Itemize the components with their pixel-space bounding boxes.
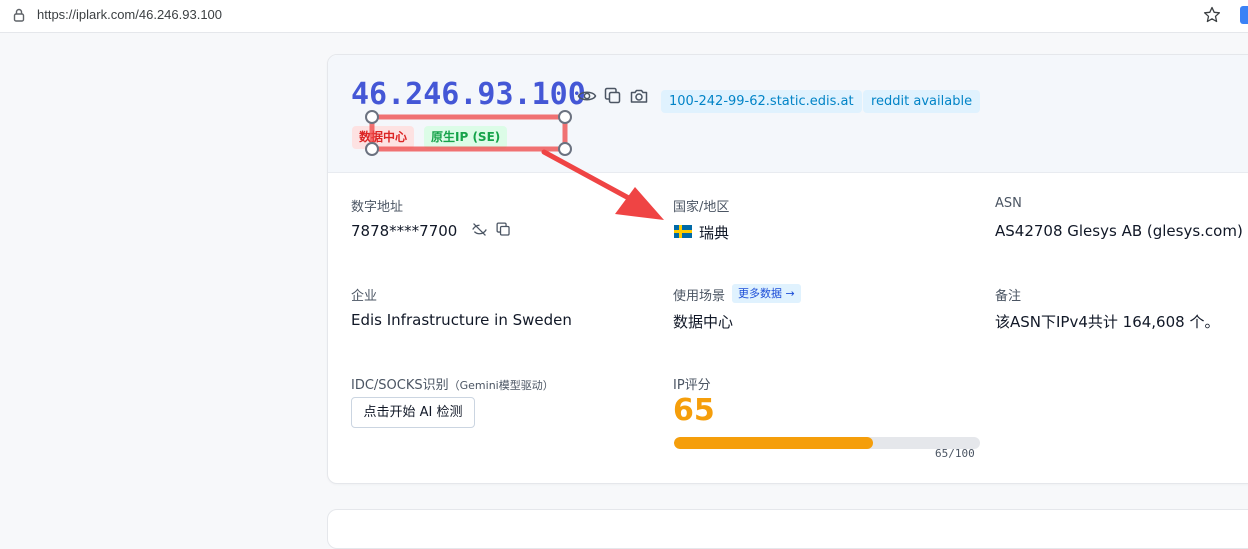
country-label: 国家/地区: [673, 200, 730, 215]
country-value: 瑞典: [699, 224, 730, 242]
score-bar-fill: [674, 437, 873, 449]
asn-value[interactable]: AS42708 Glesys AB (glesys.com): [995, 222, 1243, 240]
usage-value: 数据中心: [673, 313, 734, 331]
url-text[interactable]: https://iplark.com/46.246.93.100: [37, 7, 222, 22]
idc-sublabel: （Gemini模型驱动）: [448, 379, 554, 392]
copy-icon[interactable]: [495, 221, 512, 238]
note-label: 备注: [995, 289, 1022, 304]
star-icon[interactable]: [1202, 5, 1222, 25]
card-header: 46.246.93.100 100-242-99-62.static.edis.…: [328, 55, 1248, 173]
score-label: IP评分: [673, 378, 711, 393]
usage-label: 使用场景: [673, 289, 726, 304]
numeric-address-value: 7878****7700: [351, 222, 458, 240]
extension-icon[interactable]: [1240, 6, 1248, 24]
secondary-card: [327, 509, 1248, 549]
hostname-chip[interactable]: 100-242-99-62.static.edis.at: [661, 90, 862, 113]
address-bar: https://iplark.com/46.246.93.100: [0, 0, 1248, 33]
numeric-address-label: 数字地址: [351, 200, 404, 215]
reddit-chip[interactable]: reddit available: [863, 90, 981, 113]
asn-label: ASN: [995, 196, 1022, 211]
score-bar-text: 65/100: [935, 447, 975, 460]
more-data-link[interactable]: 更多数据 →: [732, 284, 801, 303]
sweden-flag-icon: [674, 225, 692, 238]
ip-address: 46.246.93.100: [351, 77, 586, 112]
copy-icon[interactable]: [603, 86, 623, 106]
camera-icon[interactable]: [629, 86, 649, 106]
lock-icon[interactable]: [11, 7, 27, 23]
native-ip-tag: 原生IP (SE): [424, 126, 508, 149]
company-value: Edis Infrastructure in Sweden: [351, 311, 572, 329]
eye-icon[interactable]: [577, 86, 597, 106]
datacenter-tag: 数据中心: [352, 126, 415, 149]
idc-label-text: IDC/SOCKS识别: [351, 378, 449, 393]
note-value: 该ASN下IPv4共计 164,608 个。: [995, 313, 1220, 331]
company-label: 企业: [351, 289, 378, 304]
score-value: 65: [673, 393, 715, 428]
idc-label: IDC/SOCKS识别（Gemini模型驱动）: [351, 374, 554, 393]
ai-detect-button[interactable]: 点击开始 AI 检测: [351, 397, 475, 428]
eye-off-icon[interactable]: [471, 221, 488, 238]
ip-info-card: 46.246.93.100 100-242-99-62.static.edis.…: [327, 54, 1248, 484]
